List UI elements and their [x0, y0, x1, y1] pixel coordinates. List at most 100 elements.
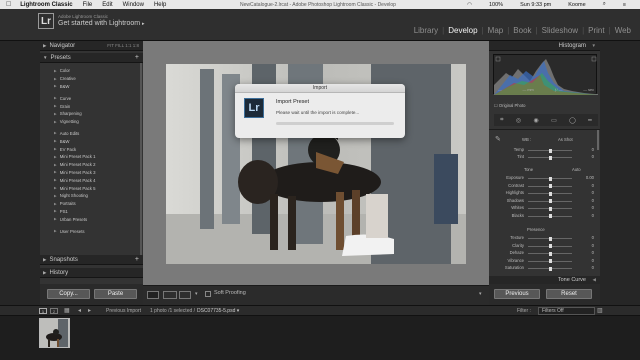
copy-settings-button[interactable]: Copy... [47, 289, 90, 299]
preset-group-item[interactable]: ▶ Night Shooting [40, 192, 143, 200]
slider-knob[interactable] [548, 191, 552, 196]
slider-value[interactable]: 0 [578, 183, 594, 188]
preset-group-item[interactable]: ▶ Mini Preset Pack 2 [40, 161, 143, 169]
slider-value[interactable]: 0 [578, 154, 594, 159]
grid-view-icon[interactable]: ▦ [64, 307, 70, 314]
graduated-filter-icon[interactable]: ▭ [551, 117, 557, 124]
module-print[interactable]: Print [585, 26, 607, 35]
preset-group-item[interactable]: ▶ User Presets [40, 227, 143, 235]
white-balance-picker-icon[interactable]: ✎ [495, 135, 501, 143]
module-map[interactable]: Map [485, 26, 507, 35]
preset-group-item[interactable]: ▶ Curve [40, 94, 143, 102]
module-slideshow[interactable]: Slideshow [539, 26, 581, 35]
add-preset-icon[interactable]: + [135, 54, 139, 61]
slider-knob[interactable] [548, 244, 552, 248]
wb-preset-dropdown[interactable]: As Shot [558, 137, 573, 142]
presets-header[interactable]: ▼ Presets + [40, 53, 143, 63]
before-after-button[interactable] [163, 291, 177, 299]
filmstrip-thumbnail[interactable] [39, 318, 70, 348]
slider-knob[interactable] [548, 259, 552, 263]
original-photo-checkbox[interactable]: ☐ Original Photo [494, 103, 525, 108]
previous-button[interactable]: Previous [494, 289, 540, 299]
slider-value[interactable]: 0 [578, 235, 594, 240]
slider-value[interactable]: 0 [578, 265, 594, 270]
dropdown-chevron-icon[interactable]: ▾ [195, 291, 205, 299]
preset-group-item[interactable]: ▶ Mini Preset Pack 5 [40, 184, 143, 192]
filmstrip-source[interactable]: Previous Import [106, 308, 141, 314]
toolbar-menu-icon[interactable]: ▾ [479, 291, 482, 297]
module-library[interactable]: Library [411, 26, 441, 35]
menu-help[interactable]: Help [154, 2, 166, 8]
preset-group-item[interactable]: ▶ Vignetting [40, 118, 143, 126]
preset-group-item[interactable]: ▶ Portraits [40, 200, 143, 208]
slider-value[interactable]: 0 [578, 190, 594, 195]
presets-scrollbar[interactable] [140, 63, 142, 263]
slider-value[interactable]: 0 [578, 147, 594, 152]
back-arrow-icon[interactable]: ◂ [78, 307, 81, 314]
preset-group-item[interactable]: ▶ Creative [40, 75, 143, 83]
add-snapshot-icon[interactable]: + [135, 256, 139, 263]
get-started-link[interactable]: Get started with Lightroom ▸ [58, 20, 145, 27]
slider-value[interactable]: 0 [578, 205, 594, 210]
preset-group-item[interactable]: ▶ EV Pack [40, 145, 143, 153]
slider-value[interactable]: 0.00 [578, 175, 594, 180]
slider-track[interactable] [528, 199, 572, 203]
slider-value[interactable]: 0 [578, 198, 594, 203]
menu-file[interactable]: File [83, 2, 93, 8]
preset-group-item[interactable]: ▶ Grain [40, 102, 143, 110]
filter-dropdown[interactable]: Filters Off [538, 307, 595, 315]
adjustment-brush-icon[interactable]: ━ [588, 117, 592, 124]
auto-tone-button[interactable]: Auto [572, 167, 581, 172]
slider-knob[interactable] [548, 214, 552, 218]
navigator-header[interactable]: ▶ Navigator FIT FILL 1:1 1:8 [40, 41, 143, 51]
slider-knob[interactable] [548, 251, 552, 256]
history-header[interactable]: ▶ History [40, 268, 143, 278]
filter-lock-icon[interactable]: ▥ [597, 307, 603, 314]
preset-group-item[interactable]: ▶ B&W [40, 137, 143, 145]
apple-menu-icon[interactable]:  [6, 1, 11, 8]
slider-knob[interactable] [548, 236, 552, 241]
slider-track[interactable] [528, 244, 572, 248]
slider-knob[interactable] [548, 266, 552, 271]
before-after-split-button[interactable] [179, 291, 191, 299]
user-name[interactable]: Koome [568, 2, 585, 8]
preset-group-item[interactable]: ▶ Mini Preset Pack 4 [40, 176, 143, 184]
slider-track[interactable] [528, 155, 572, 160]
page-2-button[interactable]: 2 [50, 308, 58, 314]
slider-track[interactable] [528, 266, 572, 271]
preset-group-item[interactable]: ▶ Sharpening [40, 110, 143, 118]
slider-value[interactable]: 0 [578, 213, 594, 218]
spot-removal-icon[interactable]: ◎ [516, 117, 521, 124]
slider-value[interactable]: 0 [578, 258, 594, 263]
slider-track[interactable] [528, 176, 572, 181]
slider-knob[interactable] [548, 148, 552, 153]
crop-tool-icon[interactable]: ⌗ [500, 117, 503, 124]
slider-track[interactable] [528, 259, 572, 263]
filmstrip-filename[interactable]: DSC07735-5.psd ▾ [197, 308, 239, 314]
module-develop[interactable]: Develop [445, 26, 480, 35]
slider-track[interactable] [528, 236, 572, 241]
loupe-view-button[interactable] [147, 291, 159, 299]
wifi-icon[interactable]: ◠ [467, 2, 472, 8]
slider-track[interactable] [528, 148, 572, 153]
reset-button[interactable]: Reset [546, 289, 592, 299]
preset-group-item[interactable]: ▶ Mini Preset Pack 3 [40, 169, 143, 177]
slider-track[interactable] [528, 191, 572, 196]
snapshots-header[interactable]: ▶ Snapshots + [40, 255, 143, 265]
slider-value[interactable]: 0 [578, 250, 594, 255]
right-panel-scrollbar[interactable] [597, 130, 599, 150]
menu-window[interactable]: Window [123, 2, 144, 8]
search-icon[interactable]: ⌕ [603, 1, 606, 8]
menu-list-icon[interactable]: ≡ [623, 2, 626, 8]
navigator-zoom-options[interactable]: FIT FILL 1:1 1:8 [107, 43, 139, 48]
preset-group-item[interactable]: ▶ B&W [40, 83, 143, 91]
preset-group-item[interactable]: ▶ Color [40, 67, 143, 75]
radial-filter-icon[interactable]: ◯ [569, 117, 576, 124]
soft-proofing-checkbox[interactable] [205, 291, 211, 297]
slider-knob[interactable] [548, 155, 552, 160]
menu-edit[interactable]: Edit [102, 2, 112, 8]
slider-track[interactable] [528, 184, 572, 188]
slider-track[interactable] [528, 214, 572, 218]
slider-track[interactable] [528, 251, 572, 256]
clock[interactable]: Sun 9:33 pm [520, 2, 551, 8]
